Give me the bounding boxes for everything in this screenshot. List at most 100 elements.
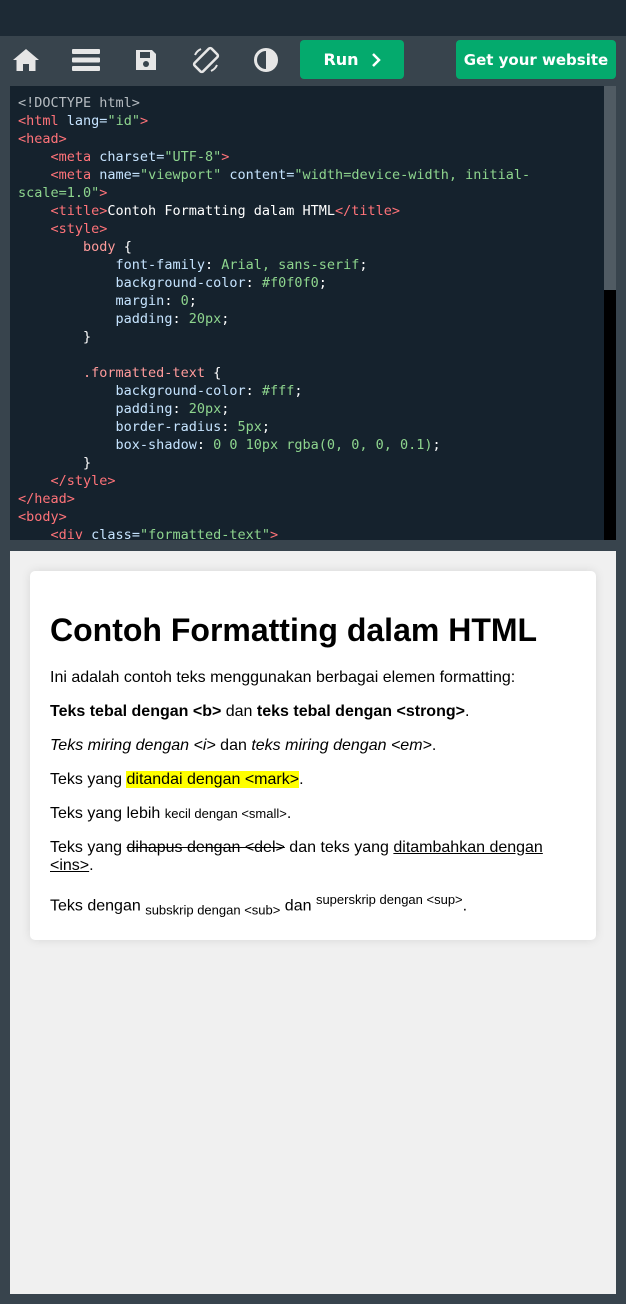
code-token: background-color [115,275,246,291]
code-line: </head> [18,491,75,507]
code-token: "width=device-width, initial- [294,167,531,183]
code-line: <style> [50,221,108,237]
preview-paragraph-intro: Ini adalah contoh teks menggunakan berba… [50,669,576,687]
code-line: <body> [18,509,67,525]
code-token: scale=1.0" [18,185,100,201]
code-token: } [83,329,92,345]
chevron-right-icon [371,52,381,67]
save-icon[interactable] [126,42,166,78]
contrast-icon[interactable] [246,42,286,78]
text: dan teks yang [284,839,394,856]
preview-heading: Contoh Formatting dalam HTML [50,612,538,648]
bold-text: Teks tebal dengan <b> [50,703,222,720]
code-line: </style> [50,473,116,489]
code-token: font-family [115,257,205,273]
home-icon[interactable] [6,42,46,78]
code-token: .formatted-text [83,365,205,381]
code-token: "id" [107,113,140,129]
text: . [462,897,468,915]
code-token: > [270,527,279,540]
code-token: content [229,167,287,183]
code-token: lang [66,113,100,129]
formatted-text-card: Contoh Formatting dalam HTML Ini adalah … [30,571,596,940]
rotate-icon[interactable] [186,42,226,78]
top-bar [0,0,626,36]
text: dan [221,703,257,720]
preview-paragraph-small: Teks yang lebih kecil dengan <small>. [50,805,576,823]
text: Teks yang [50,771,127,788]
code-token: class [91,527,132,540]
code-token: > [221,149,230,165]
marked-text: ditandai dengan <mark> [126,771,300,788]
editor-scroll-thumb[interactable] [604,86,616,290]
code-token: > [99,185,108,201]
code-token: 20px [188,401,222,417]
code-token: #fff [261,383,295,399]
text: Teks yang [50,839,127,856]
preview-paragraph-italic: Teks miring dengan <i> dan teks miring d… [50,737,576,755]
code-token: 20px [188,311,222,327]
code-token: "formatted-text" [139,527,270,540]
code-token: Contoh Formatting dalam HTML [107,203,335,219]
code-token: <div [50,527,84,540]
editor-scrollbar[interactable] [604,86,616,540]
text: Teks yang lebih [50,805,165,822]
code-token: </title> [335,203,401,219]
get-website-button[interactable]: Get your website [456,40,616,79]
code-token: "UTF-8" [164,149,222,165]
code-token: "viewport" [139,167,222,183]
code-token: { [213,365,222,381]
preview-paragraph-mark: Teks yang ditandai dengan <mark>. [50,771,576,789]
deleted-text: dihapus dengan <del> [126,839,285,856]
code-editor[interactable]: <!DOCTYPE html> <html lang="id"> <head> … [10,86,604,540]
menu-icon[interactable] [66,42,106,78]
code-token: { [123,239,132,255]
run-button-label: Run [323,50,359,69]
code-token: 0 0 10px rgba(0, 0, 0, 0.1) [213,437,433,453]
code-token: margin [115,293,165,309]
subscript-text: subskrip dengan <sub> [145,902,281,918]
code-line: <!DOCTYPE html> [18,95,140,111]
code-token: padding [115,401,173,417]
code-token: <html [18,113,59,129]
text: . [431,737,437,754]
code-token: 5px [237,419,262,435]
run-button[interactable]: Run [300,40,404,79]
code-token: <title> [50,203,108,219]
toolbar: Run Get your website [0,36,626,84]
code-line: <head> [18,131,67,147]
text: . [299,771,304,788]
code-token: Arial, sans-serif [221,257,360,273]
get-website-label: Get your website [463,50,609,69]
text: . [89,857,94,874]
code-token: charset [99,149,157,165]
text: Ini adalah contoh teks menggunakan berba… [50,669,516,686]
strong-text: teks tebal dengan <strong> [256,703,465,720]
result-preview: Contoh Formatting dalam HTML Ini adalah … [10,551,616,1294]
code-token: name [99,167,132,183]
code-token: background-color [115,383,246,399]
code-token: } [83,455,92,471]
code-text[interactable]: <!DOCTYPE html> <html lang="id"> <head> … [10,86,604,540]
text: Teks dengan [50,897,146,915]
preview-paragraph-sub-sup: Teks dengan subskrip dengan <sub> dan su… [50,891,576,920]
small-text: kecil dengan <small> [164,806,287,821]
code-token: body [83,239,116,255]
code-token: <meta [50,167,92,183]
emphasis-text: teks miring dengan <em> [251,737,432,754]
text: dan [280,897,316,915]
superscript-text: superskrip dengan <sup> [315,892,463,907]
code-token: box-shadow [115,437,197,453]
text: dan [215,737,252,754]
preview-paragraph-bold: Teks tebal dengan <b> dan teks tebal den… [50,703,576,721]
text: . [286,805,292,822]
code-token: <meta [50,149,92,165]
text: . [464,703,470,720]
code-token: #f0f0f0 [261,275,319,291]
code-token: border-radius [115,419,222,435]
code-token: padding [115,311,173,327]
code-token: 0 [180,293,189,309]
italic-text: Teks miring dengan <i> [50,737,216,754]
code-token: > [139,113,149,129]
preview-paragraph-del-ins: Teks yang dihapus dengan <del> dan teks … [50,839,576,875]
